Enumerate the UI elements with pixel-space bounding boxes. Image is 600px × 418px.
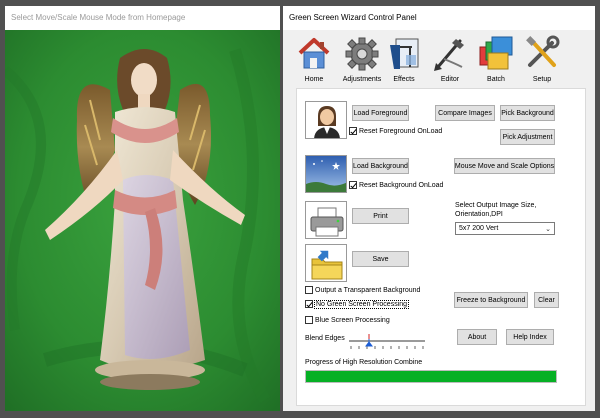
output-size-label: Select Output Image Size, Orientation,DP… [455,202,537,218]
freeze-to-background-button[interactable]: Freeze to Background [454,292,528,308]
blend-edges-slider-track [349,334,425,349]
effects-icon [390,38,419,69]
transparent-background-checkbox[interactable]: Output a Transparent Background [305,286,420,294]
house-icon [298,38,330,69]
load-background-button[interactable]: Load Background [352,158,409,174]
toolbar-effects-button[interactable]: Effects [379,32,429,86]
save-folder-icon [306,245,346,281]
toolbar-editor-label: Editor [440,76,460,83]
blue-screen-checkbox-label: Blue Screen Processing [315,316,390,324]
background-thumbnail[interactable] [305,155,347,193]
toolbar-home-button[interactable]: Home [289,32,339,86]
print-button[interactable]: Print [352,208,409,224]
brush-icon [434,39,464,71]
toolbar-setup-label: Setup [532,76,552,83]
compare-images-button[interactable]: Compare Images [435,105,495,121]
printer-thumbnail[interactable] [305,201,347,239]
toolbar-batch-button[interactable]: Batch [471,32,521,86]
toolbar-editor-button[interactable]: Editor [425,32,475,86]
blue-screen-checkbox[interactable]: Blue Screen Processing [305,316,390,324]
save-thumbnail[interactable] [305,244,347,282]
reset-foreground-checkbox-box [349,127,357,135]
foreground-thumbnail[interactable] [305,101,347,139]
transparent-background-checkbox-box [305,286,313,294]
chevron-down-icon: ⌄ [545,226,551,233]
help-index-button[interactable]: Help Index [506,329,554,345]
pick-adjustment-button[interactable]: Pick Adjustment [500,129,555,145]
load-foreground-button[interactable]: Load Foreground [352,105,409,121]
reset-foreground-checkbox[interactable]: Reset Foreground OnLoad [349,127,442,135]
transparent-background-checkbox-label: Output a Transparent Background [315,286,421,294]
angel-figurine-photo [5,30,280,411]
control-panel-body: Load Foreground Compare Images Pick Back… [296,88,586,406]
gear-icon [345,37,379,71]
no-green-screen-checkbox-box [305,300,313,308]
reset-background-checkbox[interactable]: Reset Background OnLoad [349,181,443,189]
composite-preview-image[interactable] [5,30,280,411]
clear-button[interactable]: Clear [534,292,559,308]
about-button[interactable]: About [457,329,497,345]
blue-screen-checkbox-box [305,316,313,324]
preview-window-title: Select Move/Scale Mouse Mode from Homepa… [5,6,280,30]
reset-foreground-checkbox-label: Reset Foreground OnLoad [359,127,443,135]
main-toolbar: Home Adjustments Effects Editor Batch Se… [283,30,595,88]
save-button[interactable]: Save [352,251,409,267]
toolbar-batch-label: Batch [487,76,505,83]
blend-edges-slider[interactable] [347,334,427,350]
preview-window: Select Move/Scale Mouse Mode from Homepa… [5,6,280,411]
toolbar-setup-button[interactable]: Setup [517,32,567,86]
mouse-move-scale-options-button[interactable]: Mouse Move and Scale Options [454,158,555,174]
no-green-screen-checkbox-label: No Green Screen Processing [313,299,410,309]
printer-icon [306,202,346,238]
reset-background-checkbox-label: Reset Background OnLoad [359,181,444,189]
tools-icon [526,35,560,67]
no-green-screen-checkbox[interactable]: No Green Screen Processing [305,299,410,309]
progress-fill [306,371,556,382]
control-panel-window: Green Screen Wizard Control Panel Home A… [283,6,595,411]
landscape-icon [306,156,346,192]
person-icon [306,102,346,138]
toolbar-effects-label: Effects [393,76,415,83]
blend-edges-label: Blend Edges [305,335,345,342]
stacked-pictures-icon [479,36,513,70]
high-resolution-combine-progress [305,370,557,383]
output-size-select-value: 5x7 200 Vert [459,225,499,232]
pick-background-button[interactable]: Pick Background [500,105,555,121]
reset-background-checkbox-box [349,181,357,189]
output-size-select[interactable]: 5x7 200 Vert ⌄ [455,222,555,235]
toolbar-home-label: Home [304,76,324,83]
progress-label: Progress of High Resolution Combine [305,359,423,366]
control-panel-title: Green Screen Wizard Control Panel [283,6,595,30]
